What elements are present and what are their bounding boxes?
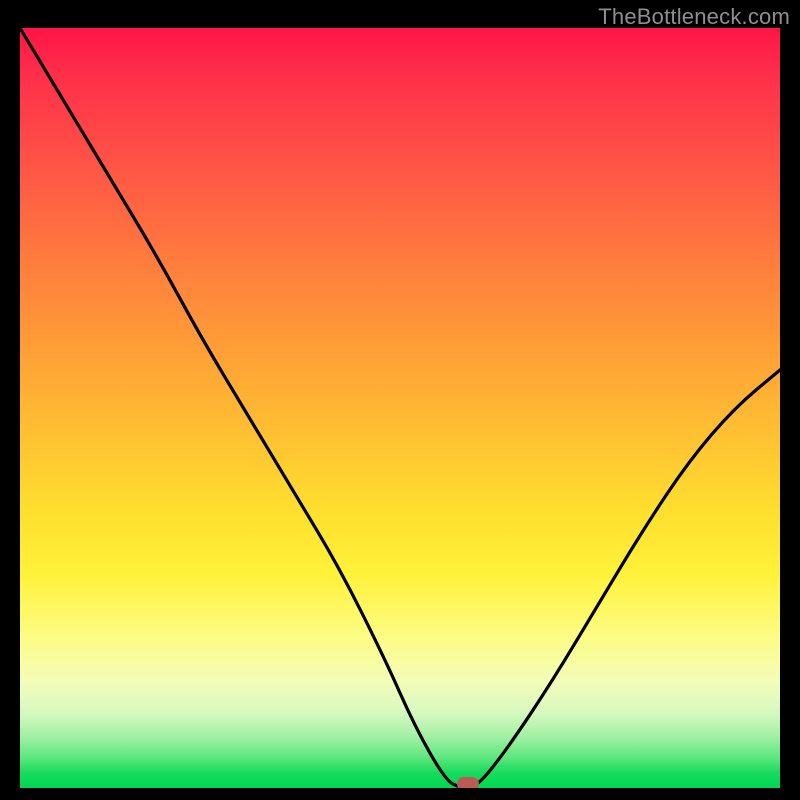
chart-frame: TheBottleneck.com — [0, 0, 800, 800]
plot-area — [20, 28, 780, 788]
optimal-point-marker — [457, 777, 479, 788]
bottleneck-curve-path — [20, 28, 780, 788]
curve-layer — [20, 28, 780, 788]
watermark-text: TheBottleneck.com — [598, 4, 790, 30]
